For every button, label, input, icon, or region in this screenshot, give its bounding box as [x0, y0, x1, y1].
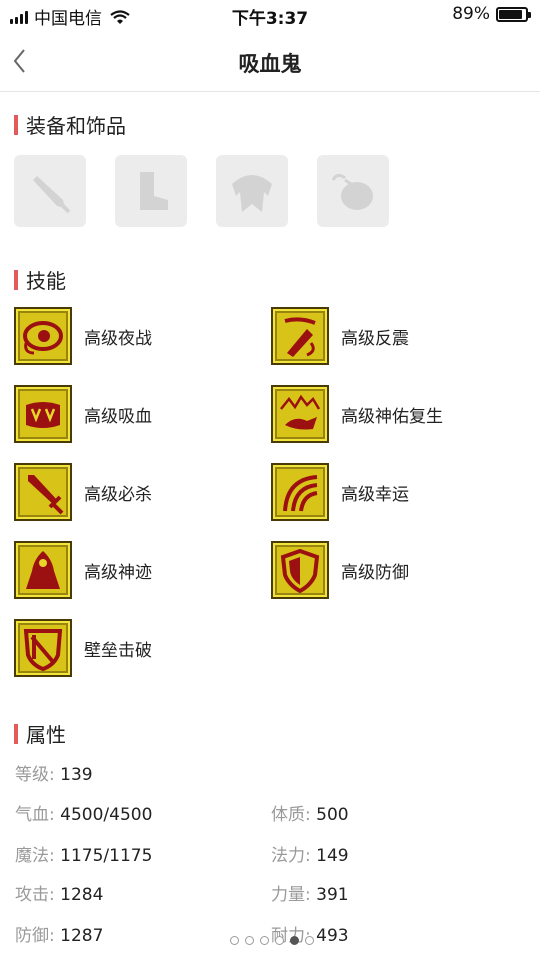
attr-label: 等级: — [15, 765, 55, 785]
skill-name: 高级反震 — [341, 328, 409, 349]
counter-shock-icon — [271, 307, 329, 365]
attributes-section-header: 属性 — [14, 719, 66, 748]
skill-name: 高级吸血 — [84, 406, 152, 427]
page-indicator — [230, 936, 314, 945]
battery-percent: 89% — [452, 4, 490, 24]
luck-icon — [271, 463, 329, 521]
boot-icon — [140, 172, 168, 210]
attr-mp: 魔法: 1175/1175 — [15, 841, 152, 866]
miracle-icon — [14, 541, 72, 599]
status-bar: 中国电信 下午3:37 89% — [0, 0, 540, 30]
attr-label: 魔法: — [15, 846, 55, 866]
vampire-fang-icon — [14, 385, 72, 443]
skill-name: 高级必杀 — [84, 484, 152, 505]
attr-label: 气血: — [15, 805, 55, 825]
status-right: 89% — [452, 4, 531, 24]
pouch-icon — [331, 173, 373, 210]
skill-name: 高级幸运 — [341, 484, 409, 505]
attr-value: 149 — [316, 846, 349, 866]
attr-attack: 攻击: 1284 — [15, 880, 103, 905]
sword-icon — [33, 176, 71, 214]
attr-value: 4500/4500 — [60, 805, 153, 825]
page-dot[interactable] — [260, 936, 269, 945]
equipment-section-header: 装备和饰品 — [14, 110, 126, 139]
revive-icon — [271, 385, 329, 443]
attr-hp: 气血: 4500/4500 — [15, 800, 152, 825]
equipment-section-title: 装备和饰品 — [26, 114, 126, 138]
attr-strength: 力量: 391 — [271, 880, 349, 905]
attr-magic-power: 法力: 149 — [271, 841, 349, 866]
attr-value: 1287 — [60, 926, 104, 946]
section-accent-bar — [14, 114, 18, 135]
attr-constitution: 体质: 500 — [271, 800, 349, 825]
skills-section-title: 技能 — [26, 269, 66, 293]
skill-item[interactable]: 高级防御 — [271, 541, 409, 599]
skill-name: 高级夜战 — [84, 328, 152, 349]
skills-section-header: 技能 — [14, 265, 66, 294]
critical-sword-icon — [14, 463, 72, 521]
skill-name: 高级神迹 — [84, 562, 152, 583]
nav-bar: 吸血鬼 — [0, 30, 540, 92]
equipment-slot-weapon[interactable] — [14, 155, 86, 227]
page-dot[interactable] — [275, 936, 284, 945]
skill-item[interactable]: 高级幸运 — [271, 463, 409, 521]
battery-icon — [496, 6, 531, 22]
equipment-slot-boots[interactable] — [115, 155, 187, 227]
skill-item[interactable]: 高级神佑复生 — [271, 385, 443, 443]
page-dot[interactable] — [230, 936, 239, 945]
attr-label: 法力: — [271, 846, 311, 866]
page-title: 吸血鬼 — [238, 52, 302, 76]
skill-name: 壁垒击破 — [84, 640, 152, 661]
attr-defense: 防御: 1287 — [15, 921, 103, 946]
skill-item[interactable]: 高级神迹 — [14, 541, 152, 599]
attr-value: 391 — [316, 885, 349, 905]
skill-item[interactable]: 高级夜战 — [14, 307, 152, 365]
section-accent-bar — [14, 269, 18, 290]
attr-value: 1175/1175 — [60, 846, 153, 866]
attributes-section-title: 属性 — [26, 723, 66, 747]
barrier-break-icon — [14, 619, 72, 677]
attr-value: 1284 — [60, 885, 104, 905]
skill-name: 高级神佑复生 — [341, 406, 443, 427]
skill-item[interactable]: 高级反震 — [271, 307, 409, 365]
attr-value: 493 — [316, 926, 349, 946]
armor-icon — [232, 175, 272, 212]
attr-label: 体质: — [271, 805, 311, 825]
skill-item[interactable]: 高级吸血 — [14, 385, 152, 443]
attr-label: 力量: — [271, 885, 311, 905]
attr-label: 防御: — [15, 926, 55, 946]
equipment-slot-accessory[interactable] — [317, 155, 389, 227]
equipment-slot-armor[interactable] — [216, 155, 288, 227]
equipment-row — [14, 155, 389, 227]
page-dot[interactable] — [290, 936, 299, 945]
skill-item[interactable]: 壁垒击破 — [14, 619, 152, 677]
page-dot[interactable] — [305, 936, 314, 945]
skill-item[interactable]: 高级必杀 — [14, 463, 152, 521]
attr-label: 攻击: — [15, 885, 55, 905]
section-accent-bar — [14, 723, 18, 744]
shield-icon — [271, 541, 329, 599]
night-eye-icon — [14, 307, 72, 365]
skill-name: 高级防御 — [341, 562, 409, 583]
attr-level: 等级: 139 — [15, 760, 93, 785]
page-dot[interactable] — [245, 936, 254, 945]
attr-value: 500 — [316, 805, 349, 825]
attr-value: 139 — [60, 765, 93, 785]
